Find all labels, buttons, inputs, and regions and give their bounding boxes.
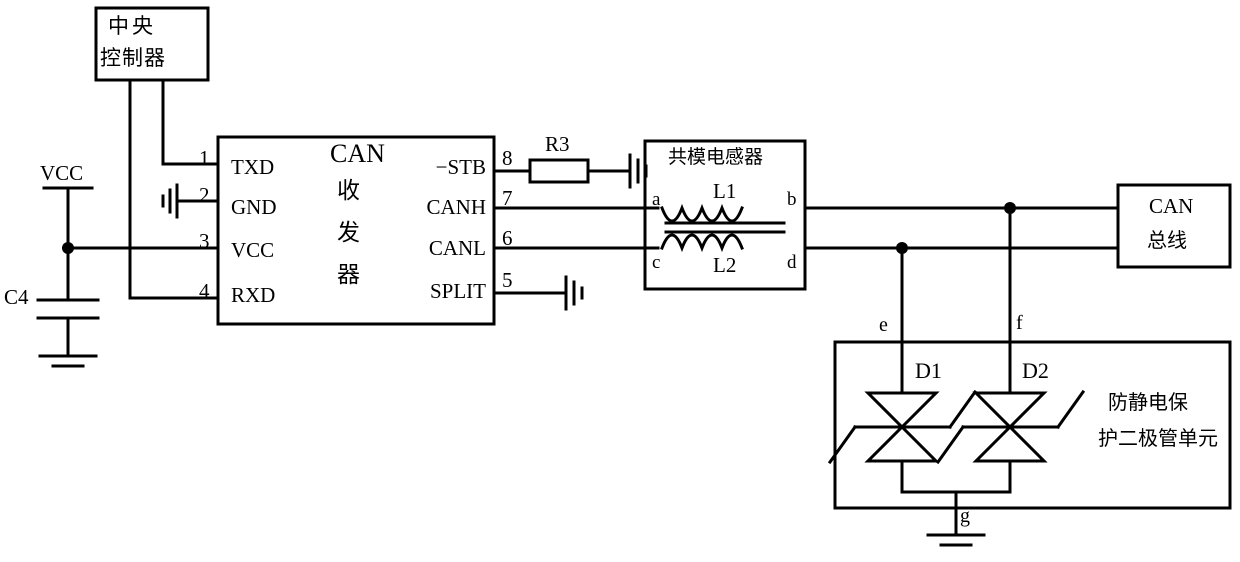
inductor-terminal-b: b (787, 189, 797, 210)
d1-triangle-lower (864, 424, 940, 463)
pin-number-7: 7 (502, 186, 513, 210)
pin-number-4: 4 (199, 279, 210, 303)
inductor-terminal-a: a (652, 189, 661, 210)
common-mode-inductor-title: 共模电感器 (668, 146, 764, 168)
pin-label-canh: CANH (426, 195, 486, 219)
inductor-coil-l2 (660, 233, 744, 253)
coil-l1-label: L1 (713, 179, 737, 203)
inductor-coil-l1 (660, 203, 744, 223)
d2-triangle-lower (972, 424, 1048, 463)
diode-d1-label: D1 (915, 358, 942, 383)
can-bus-label-line2: 总线 (1147, 228, 1187, 252)
d1-zener-slash-right (947, 389, 978, 430)
inductor-terminal-d: d (787, 252, 797, 273)
circuit-schematic-svg (36, 6, 1232, 547)
junction-canl-e (896, 242, 908, 254)
pin-label-gnd: GND (231, 195, 277, 219)
pin-number-5: 5 (502, 268, 513, 292)
transceiver-label-line1: 收 (337, 178, 360, 204)
esd-unit-label-line2: 护二极管单元 (1098, 426, 1218, 450)
pin-number-2: 2 (199, 183, 210, 207)
d2-zener-slash-right (1055, 389, 1086, 430)
transceiver-title: CAN (330, 139, 385, 168)
node-e-label: e (879, 314, 888, 336)
capacitor-c4-label: C4 (4, 285, 29, 309)
supply-vcc-label: VCC (40, 161, 84, 185)
pin-number-8: 8 (502, 146, 513, 170)
junction-vcc (62, 242, 74, 254)
esd-unit-label-line1: 防静电保 (1108, 390, 1188, 414)
inductor-terminal-c: c (652, 252, 661, 273)
pin-number-1: 1 (199, 146, 210, 170)
pin-label-split: SPLIT (429, 279, 486, 303)
d2-triangle-upper (972, 391, 1048, 430)
node-f-label: f (1016, 312, 1023, 334)
d1-triangle-upper (864, 391, 940, 430)
transceiver-label-line2: 发 (337, 220, 360, 246)
pin-label-vcc: VCC (231, 238, 275, 262)
resistor-r3-label: R3 (545, 132, 570, 156)
controller-label-line2: 控制器 (100, 46, 166, 70)
d2-zener-slash-left (935, 424, 966, 465)
pin-label-stb: −STB (435, 155, 486, 179)
coil-l2-label: L2 (713, 253, 737, 277)
can-bus-label-line1: CAN (1149, 194, 1194, 218)
circuit-diagram-canvas: 中央 控制器 CAN 收 发 器 1 2 3 4 TXD GND VCC RXD… (0, 0, 1240, 562)
junction-canh-f (1004, 202, 1016, 214)
pin-label-canl: CANL (428, 236, 486, 260)
controller-label-line1: 中央 (108, 14, 156, 38)
resistor-r3-body (528, 158, 590, 184)
node-g-label: g (960, 505, 970, 527)
transceiver-label-line3: 器 (337, 262, 360, 288)
diode-d2-label: D2 (1022, 358, 1049, 383)
pin-label-rxd: RXD (231, 283, 276, 307)
pin-number-6: 6 (502, 226, 513, 250)
pin-number-3: 3 (199, 229, 210, 253)
pin-label-txd: TXD (231, 155, 275, 179)
